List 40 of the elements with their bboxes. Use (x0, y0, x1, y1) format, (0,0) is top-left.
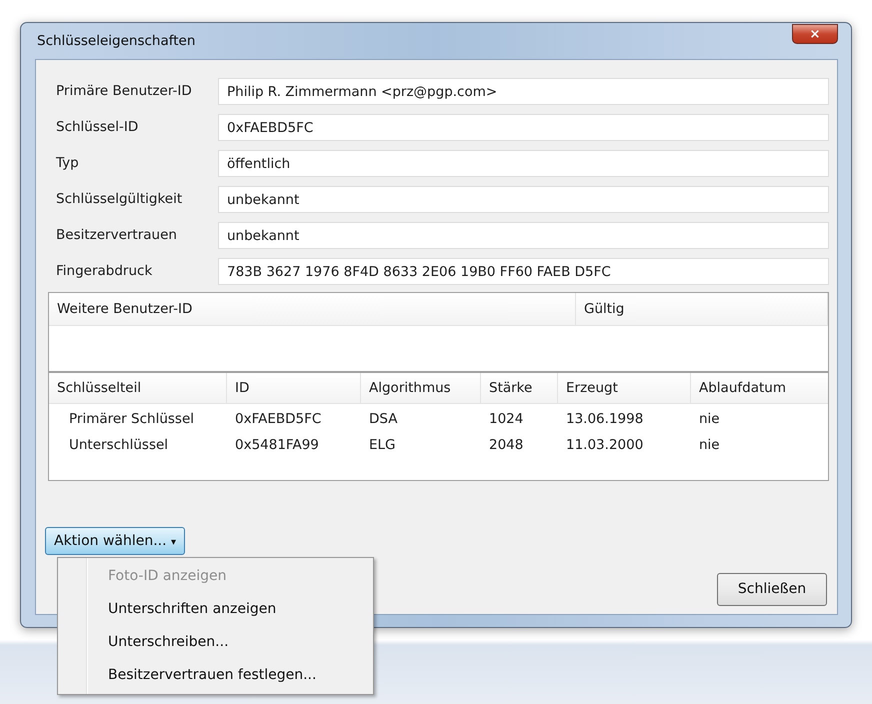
table-cell-text: 13.06.1998 (565, 410, 644, 429)
menu-item[interactable]: Unterschreiben... (60, 626, 371, 659)
close-button[interactable]: Schließen (717, 573, 827, 606)
table-cell-text: DSA (368, 410, 398, 429)
field-label: Fingerabdruck (55, 262, 154, 282)
field-label: Primäre Benutzer-ID (55, 82, 193, 102)
field-value: 783B 3627 1976 8F4D 8633 2E06 19B0 FF60 FAEB D5FC (218, 258, 829, 285)
column-header: Erzeugt (558, 373, 691, 403)
column-header: Ablaufdatum (698, 378, 787, 398)
table-cell-text: Unterschlüssel (68, 436, 170, 455)
menu-item[interactable]: Unterschriften anzeigen (60, 593, 371, 626)
action-dropdown-button[interactable]: Aktion wählen... ▾ (45, 527, 186, 555)
menu-item[interactable]: Besitzervertrauen festlegen... (60, 659, 371, 692)
table-cell-text: nie (698, 410, 721, 429)
field-label: Schlüssel-ID (55, 118, 140, 138)
column-header: Weitere Benutzer-ID (49, 293, 576, 325)
window-title: Schlüsseleigenschaften (36, 32, 196, 51)
column-header: ID (227, 373, 361, 403)
field-label: Besitzervertrauen (55, 226, 178, 246)
field-value: unbekannt (218, 222, 829, 249)
column-header: Algorithmus (361, 373, 481, 403)
field-value: Philip R. Zimmermann <prz@pgp.com> (218, 78, 829, 105)
close-icon[interactable]: × (792, 24, 838, 44)
field-value: 0xFAEBD5FC (218, 114, 829, 141)
table-cell-text: ELG (368, 436, 397, 455)
column-header: Stärke (481, 373, 558, 403)
table-cell-text: 2048 (488, 436, 524, 455)
caret-icon: ▾ (171, 536, 176, 548)
table-cell-text: 0xFAEBD5FC (234, 410, 322, 429)
column-header: Gültig (576, 293, 828, 325)
table-cell-text: 1024 (488, 410, 524, 429)
field-label: Typ (55, 154, 80, 174)
table-cell-text: Primärer Schlüssel (68, 410, 196, 429)
field-value: unbekannt (218, 186, 829, 213)
table-cell-text: 11.03.2000 (565, 436, 644, 455)
table-cell-text: nie (698, 436, 721, 455)
column-header: Schlüsselteil (49, 373, 227, 403)
table-cell-text: 0x5481FA99 (234, 436, 320, 455)
field-label: Schlüsselgültigkeit (55, 190, 184, 210)
field-value: öffentlich (218, 150, 829, 177)
